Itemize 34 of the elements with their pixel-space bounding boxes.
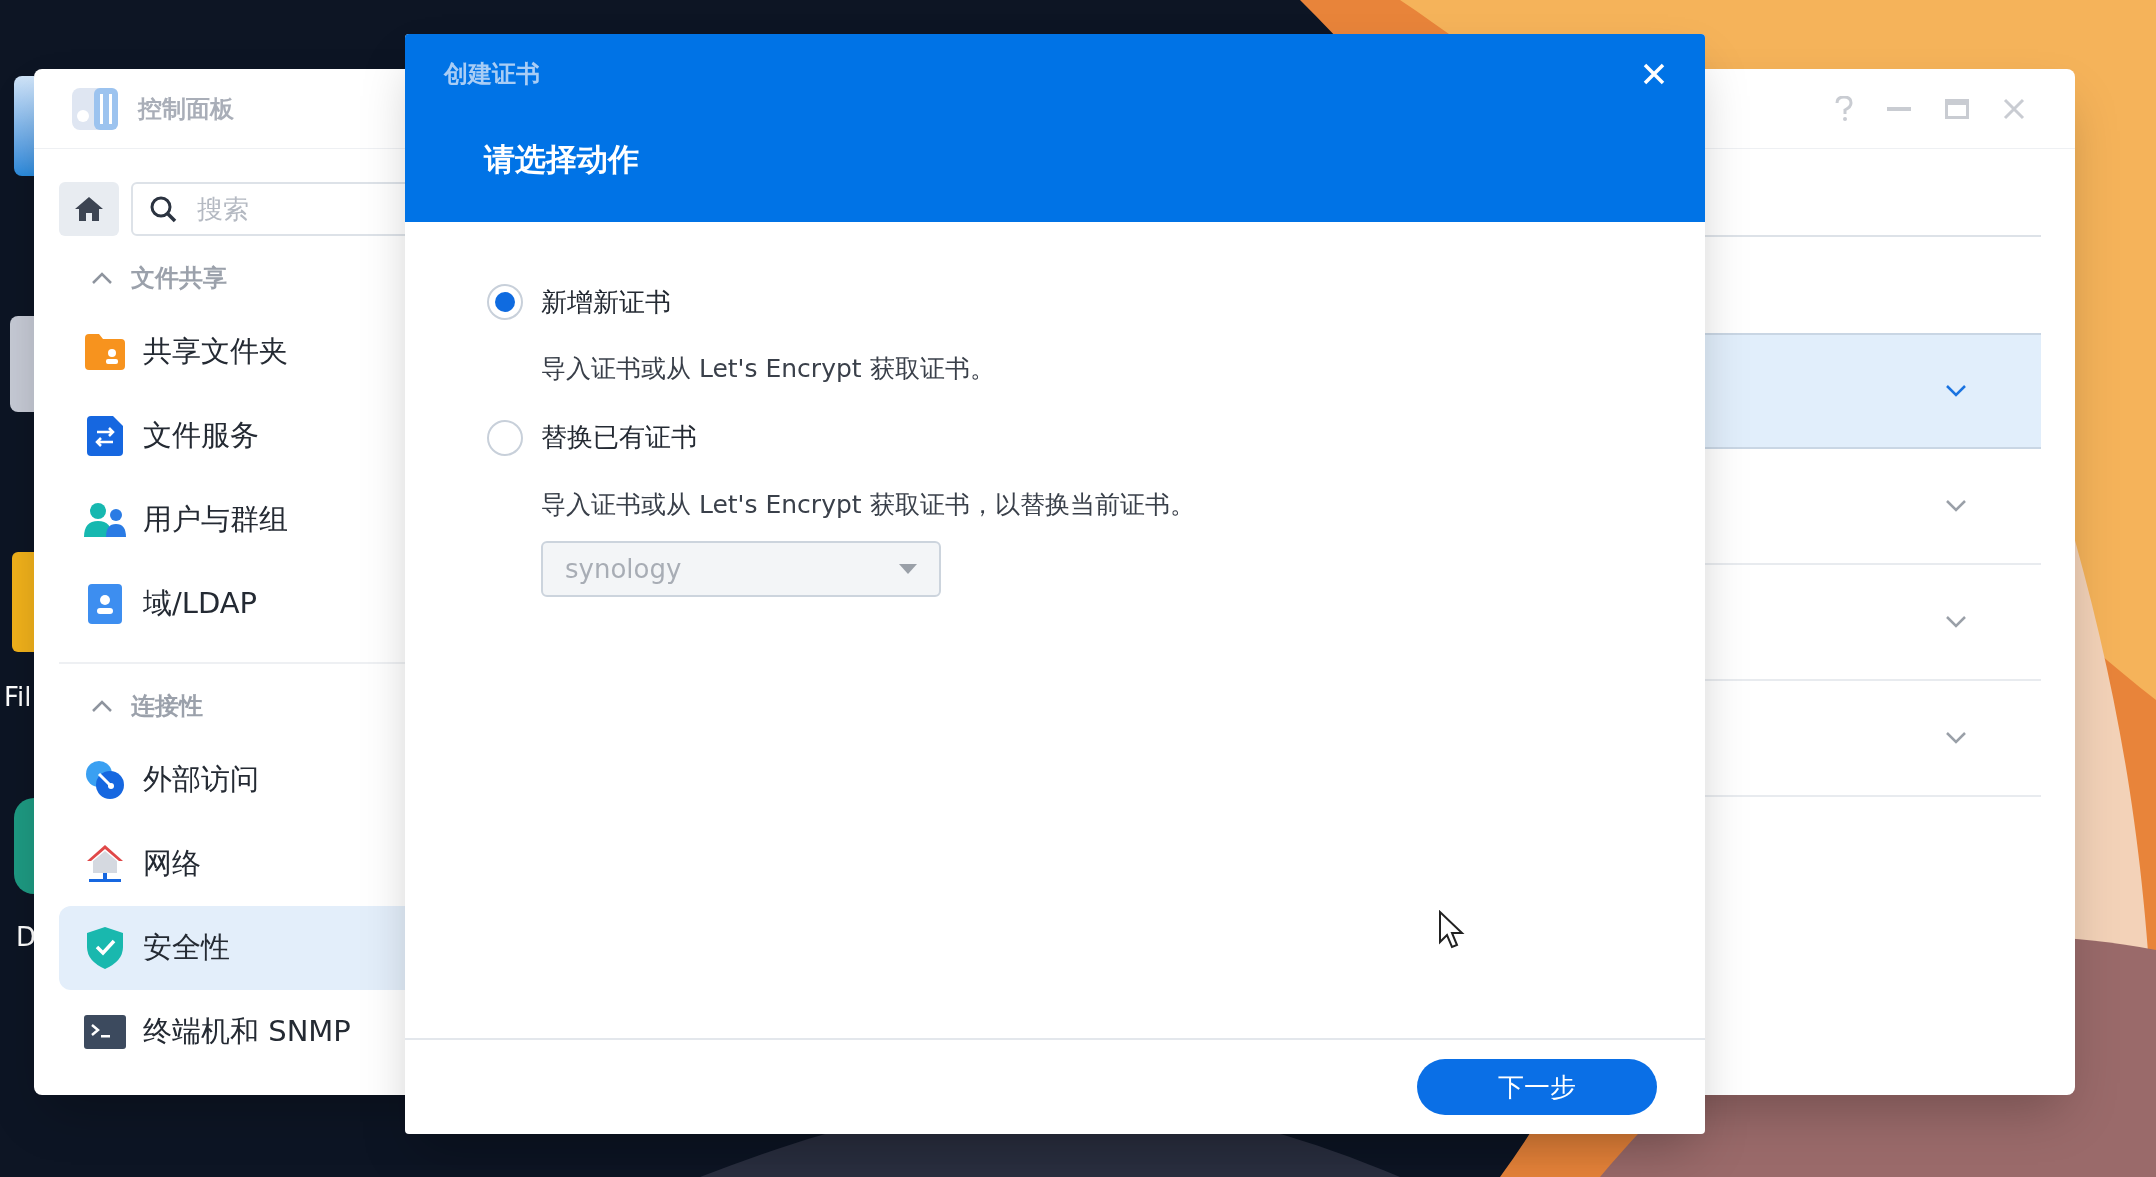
next-button[interactable]: 下一步 <box>1417 1059 1657 1115</box>
section-header: 连接性 <box>131 691 203 722</box>
chevron-icon <box>1945 615 1967 629</box>
radio-label[interactable]: 替换已有证书 <box>541 418 697 457</box>
search-icon <box>149 195 177 223</box>
home-button[interactable] <box>59 182 119 236</box>
contact-card-icon <box>88 584 122 624</box>
option-description: 导入证书或从 Let's Encrypt 获取证书，以替换当前证书。 <box>541 488 1196 521</box>
help-icon[interactable] <box>1835 95 1853 122</box>
radio-button[interactable] <box>487 419 523 456</box>
radio-label[interactable]: 新增新证书 <box>541 282 671 322</box>
terminal-icon <box>84 1015 126 1049</box>
network-house-icon <box>85 843 125 885</box>
globe-icon <box>85 760 125 800</box>
chevron-icon <box>1945 384 1967 398</box>
section-header: 文件共享 <box>131 263 227 294</box>
minimize-icon[interactable] <box>1887 106 1911 111</box>
dialog-title: 创建证书 <box>444 59 540 90</box>
desktop-icon-label: D <box>16 921 37 954</box>
option-description: 导入证书或从 Let's Encrypt 获取证书。 <box>541 353 996 385</box>
control-panel-app-icon <box>72 87 118 130</box>
mouse-cursor-icon <box>1438 910 1466 950</box>
users-icon <box>84 503 126 537</box>
chevron-icon <box>1945 499 1967 513</box>
dropdown-caret-icon <box>899 564 917 574</box>
dialog-heading: 请选择动作 <box>484 140 640 179</box>
maximize-icon[interactable] <box>1945 98 1969 119</box>
home-icon <box>74 196 104 222</box>
window-title: 控制面板 <box>138 93 234 125</box>
shield-check-icon <box>87 927 123 969</box>
radio-button[interactable] <box>487 284 523 320</box>
file-transfer-icon <box>87 416 123 456</box>
desktop-icon-label: Fil <box>4 681 32 714</box>
chevron-icon <box>1945 731 1967 745</box>
